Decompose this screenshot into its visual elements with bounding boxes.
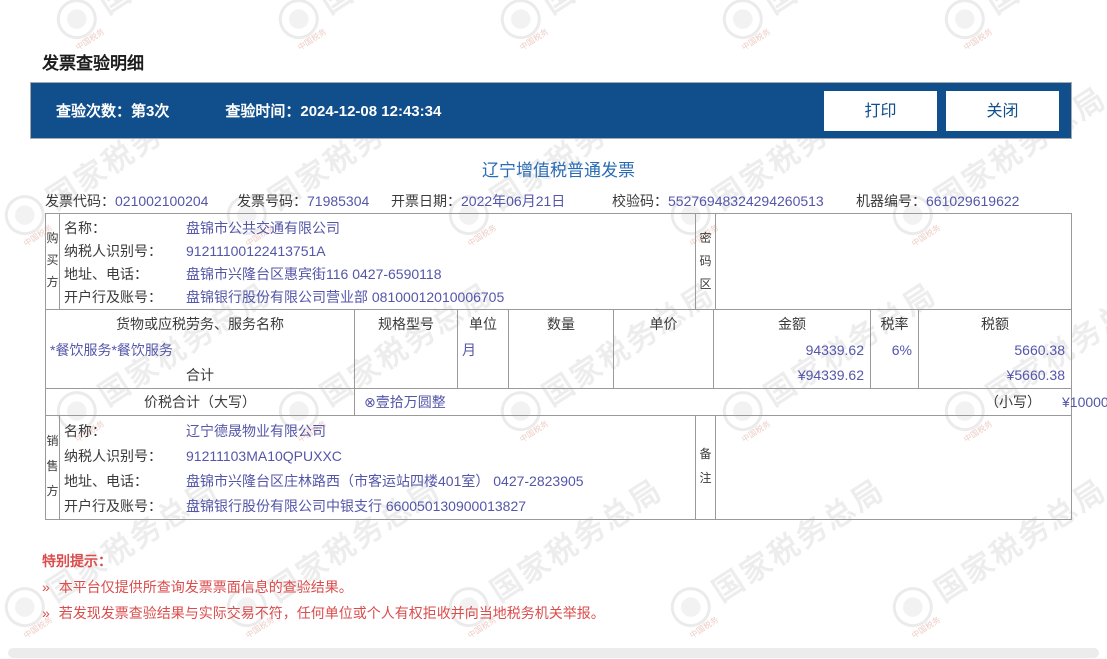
header-amount: 金额 <box>778 316 806 332</box>
close-button[interactable]: 关闭 <box>946 91 1059 131</box>
horizontal-scrollbar[interactable] <box>8 648 1099 658</box>
check-time-label: 查验时间： <box>225 103 301 120</box>
buyer-taxid-row: 纳税人识别号： 91211100122413751A <box>64 243 326 259</box>
item-tax-rate: 6% <box>891 342 912 358</box>
col-price: 单价 <box>614 310 714 388</box>
col-spec: 规格型号 <box>355 310 458 388</box>
watermark-tile: 中国税务国家税务总局 <box>492 0 722 52</box>
total-amount: ¥94339.62 <box>797 367 864 383</box>
header-spec: 规格型号 <box>378 316 434 332</box>
seller-side-label: 销售方 <box>46 416 60 519</box>
item-tax-amount: 5660.38 <box>1014 342 1065 358</box>
seller-taxid-row: 纳税人识别号： 91211103MA10QPUXXC <box>64 448 342 464</box>
invoice-verification-page: 中国税务国家税务总局中国税务国家税务总局中国税务国家税务总局中国税务国家税务总局… <box>0 0 1107 659</box>
col-tax-rate: 税率 6% <box>871 310 919 388</box>
page-title: 发票查验明细 <box>42 54 144 73</box>
invoice-title: 辽宁增值税普通发票 <box>482 161 635 180</box>
password-area <box>716 214 1071 309</box>
buyer-bank-row: 开户行及账号： 盘锦银行股份有限公司营业部 08100012010006705 <box>64 289 505 305</box>
special-notice-title: 特别提示： <box>42 553 112 569</box>
invoice-code: 发票代码：021002100204 <box>45 193 209 209</box>
item-qty <box>509 338 613 363</box>
amount-in-words: ⊗壹拾万圆整 <box>364 394 446 410</box>
check-time: 查验时间：2024-12-08 12:43:34 <box>225 100 441 121</box>
total-tax-amount: ¥5660.38 <box>1006 367 1065 383</box>
tax-seal-icon: 中国税务 <box>493 0 550 52</box>
check-code: 校验码：55276948324294260513 <box>612 193 824 209</box>
watermark-tile: 中国税务国家税务总局 <box>714 0 944 52</box>
item-unit: 月 <box>462 342 476 358</box>
buyer-fields: 名称： 盘锦市公共交通有限公司 纳税人识别号： 91211100122413751A… <box>60 214 696 309</box>
seller-name-row: 名称： 辽宁德晟物业有限公司 <box>64 423 326 439</box>
invoice-date: 开票日期：2022年06月21日 <box>391 193 566 209</box>
watermark-tile: 中国税务国家税务总局 <box>48 0 278 52</box>
item-price <box>614 338 713 363</box>
total-words-label: 价税合计（大写） <box>46 389 355 415</box>
bullet-icon: » <box>42 579 50 595</box>
seller-fields: 名称： 辽宁德晟物业有限公司 纳税人识别号： 91211103MA10QPUXXC … <box>60 416 696 519</box>
invoice-number: 发票号码：71985304 <box>237 193 370 209</box>
items-table: 货物或应税劳务、服务名称 *餐饮服务*餐饮服务 合计 规格型号 单位 月 数量 … <box>45 309 1072 389</box>
notice-item: » 若发现发票查验结果与实际交易不符，任何单位或个人有权拒收并向当地税务机关举报。 <box>42 605 605 621</box>
total-in-words-row: 价税合计（大写） ⊗壹拾万圆整 （小写） ¥100000.00 <box>45 388 1107 416</box>
col-item-name: 货物或应税劳务、服务名称 *餐饮服务*餐饮服务 合计 <box>46 310 355 388</box>
buyer-address-row: 地址、电话： 盘锦市兴隆台区惠宾街116 0427-6590118 <box>64 266 442 282</box>
col-unit: 单位 月 <box>458 310 509 388</box>
col-amount: 金额 94339.62 ¥94339.62 <box>714 310 871 388</box>
watermark-tile: 中国税务国家税务总局 <box>270 0 500 52</box>
check-time-value: 2024-12-08 12:43:34 <box>300 103 442 120</box>
col-qty: 数量 <box>509 310 614 388</box>
remark-label: 备注 <box>696 416 716 519</box>
machine-number: 机器编号：661029619622 <box>856 193 1020 209</box>
buyer-name-row: 名称： 盘锦市公共交通有限公司 <box>64 220 340 236</box>
check-count-label: 查验次数： <box>56 103 132 120</box>
tax-seal-icon: 中国税务 <box>885 579 942 640</box>
amount-in-figures-label: （小写） <box>985 394 1041 410</box>
header-tax-rate: 税率 <box>880 316 909 332</box>
seller-bank-row: 开户行及账号： 盘锦银行股份有限公司中银支行 660050130900013827 <box>64 498 527 514</box>
amount-in-figures: ¥100000.00 <box>1062 394 1107 410</box>
print-button[interactable]: 打印 <box>824 91 937 131</box>
item-spec <box>355 338 457 363</box>
header-price: 单价 <box>649 316 678 332</box>
invoice-meta-row: 发票代码：021002100204 发票号码：71985304 开票日期：202… <box>0 191 1107 211</box>
remark-area <box>716 416 1071 519</box>
notice-item: » 本平台仅提供所查询发票票面信息的查验结果。 <box>42 579 353 595</box>
check-count: 查验次数：第3次 <box>56 100 169 121</box>
buyer-side-label: 购买方 <box>46 214 60 309</box>
watermark-tile: 中国税务国家税务总局 <box>936 0 1107 52</box>
item-amount: 94339.62 <box>805 342 864 358</box>
header-unit: 单位 <box>469 316 497 332</box>
password-area-label: 密码区 <box>696 214 716 309</box>
seller-address-row: 地址、电话： 盘锦市兴隆台区庄林路西（市客运站四楼401室） 0427-28239… <box>64 473 584 489</box>
seller-section: 销售方 名称： 辽宁德晟物业有限公司 纳税人识别号： 91211103MA10QPU… <box>45 415 1072 520</box>
verification-toolbar: 查验次数：第3次 查验时间：2024-12-08 12:43:34 打印 关闭 <box>30 82 1072 139</box>
tax-seal-icon: 中国税务 <box>715 0 772 52</box>
col-tax-amount: 税额 5660.38 ¥5660.38 <box>919 310 1071 388</box>
check-count-value: 第3次 <box>131 103 170 120</box>
bullet-icon: » <box>42 605 50 621</box>
header-tax-amount: 税额 <box>981 316 1009 332</box>
total-words-cell: ⊗壹拾万圆整 （小写） ¥100000.00 <box>355 389 1107 415</box>
tax-seal-icon: 中国税务 <box>271 0 328 52</box>
tax-seal-icon: 中国税务 <box>663 579 720 640</box>
tax-seal-icon: 中国税务 <box>937 0 994 52</box>
tax-seal-icon: 中国税务 <box>49 0 106 52</box>
item-name: *餐饮服务*餐饮服务 <box>50 342 173 358</box>
header-item-name: 货物或应税劳务、服务名称 <box>116 316 284 332</box>
total-label: 合计 <box>186 367 214 383</box>
header-qty: 数量 <box>547 316 575 332</box>
buyer-section: 购买方 名称： 盘锦市公共交通有限公司 纳税人识别号： 91211100122413… <box>45 213 1072 310</box>
